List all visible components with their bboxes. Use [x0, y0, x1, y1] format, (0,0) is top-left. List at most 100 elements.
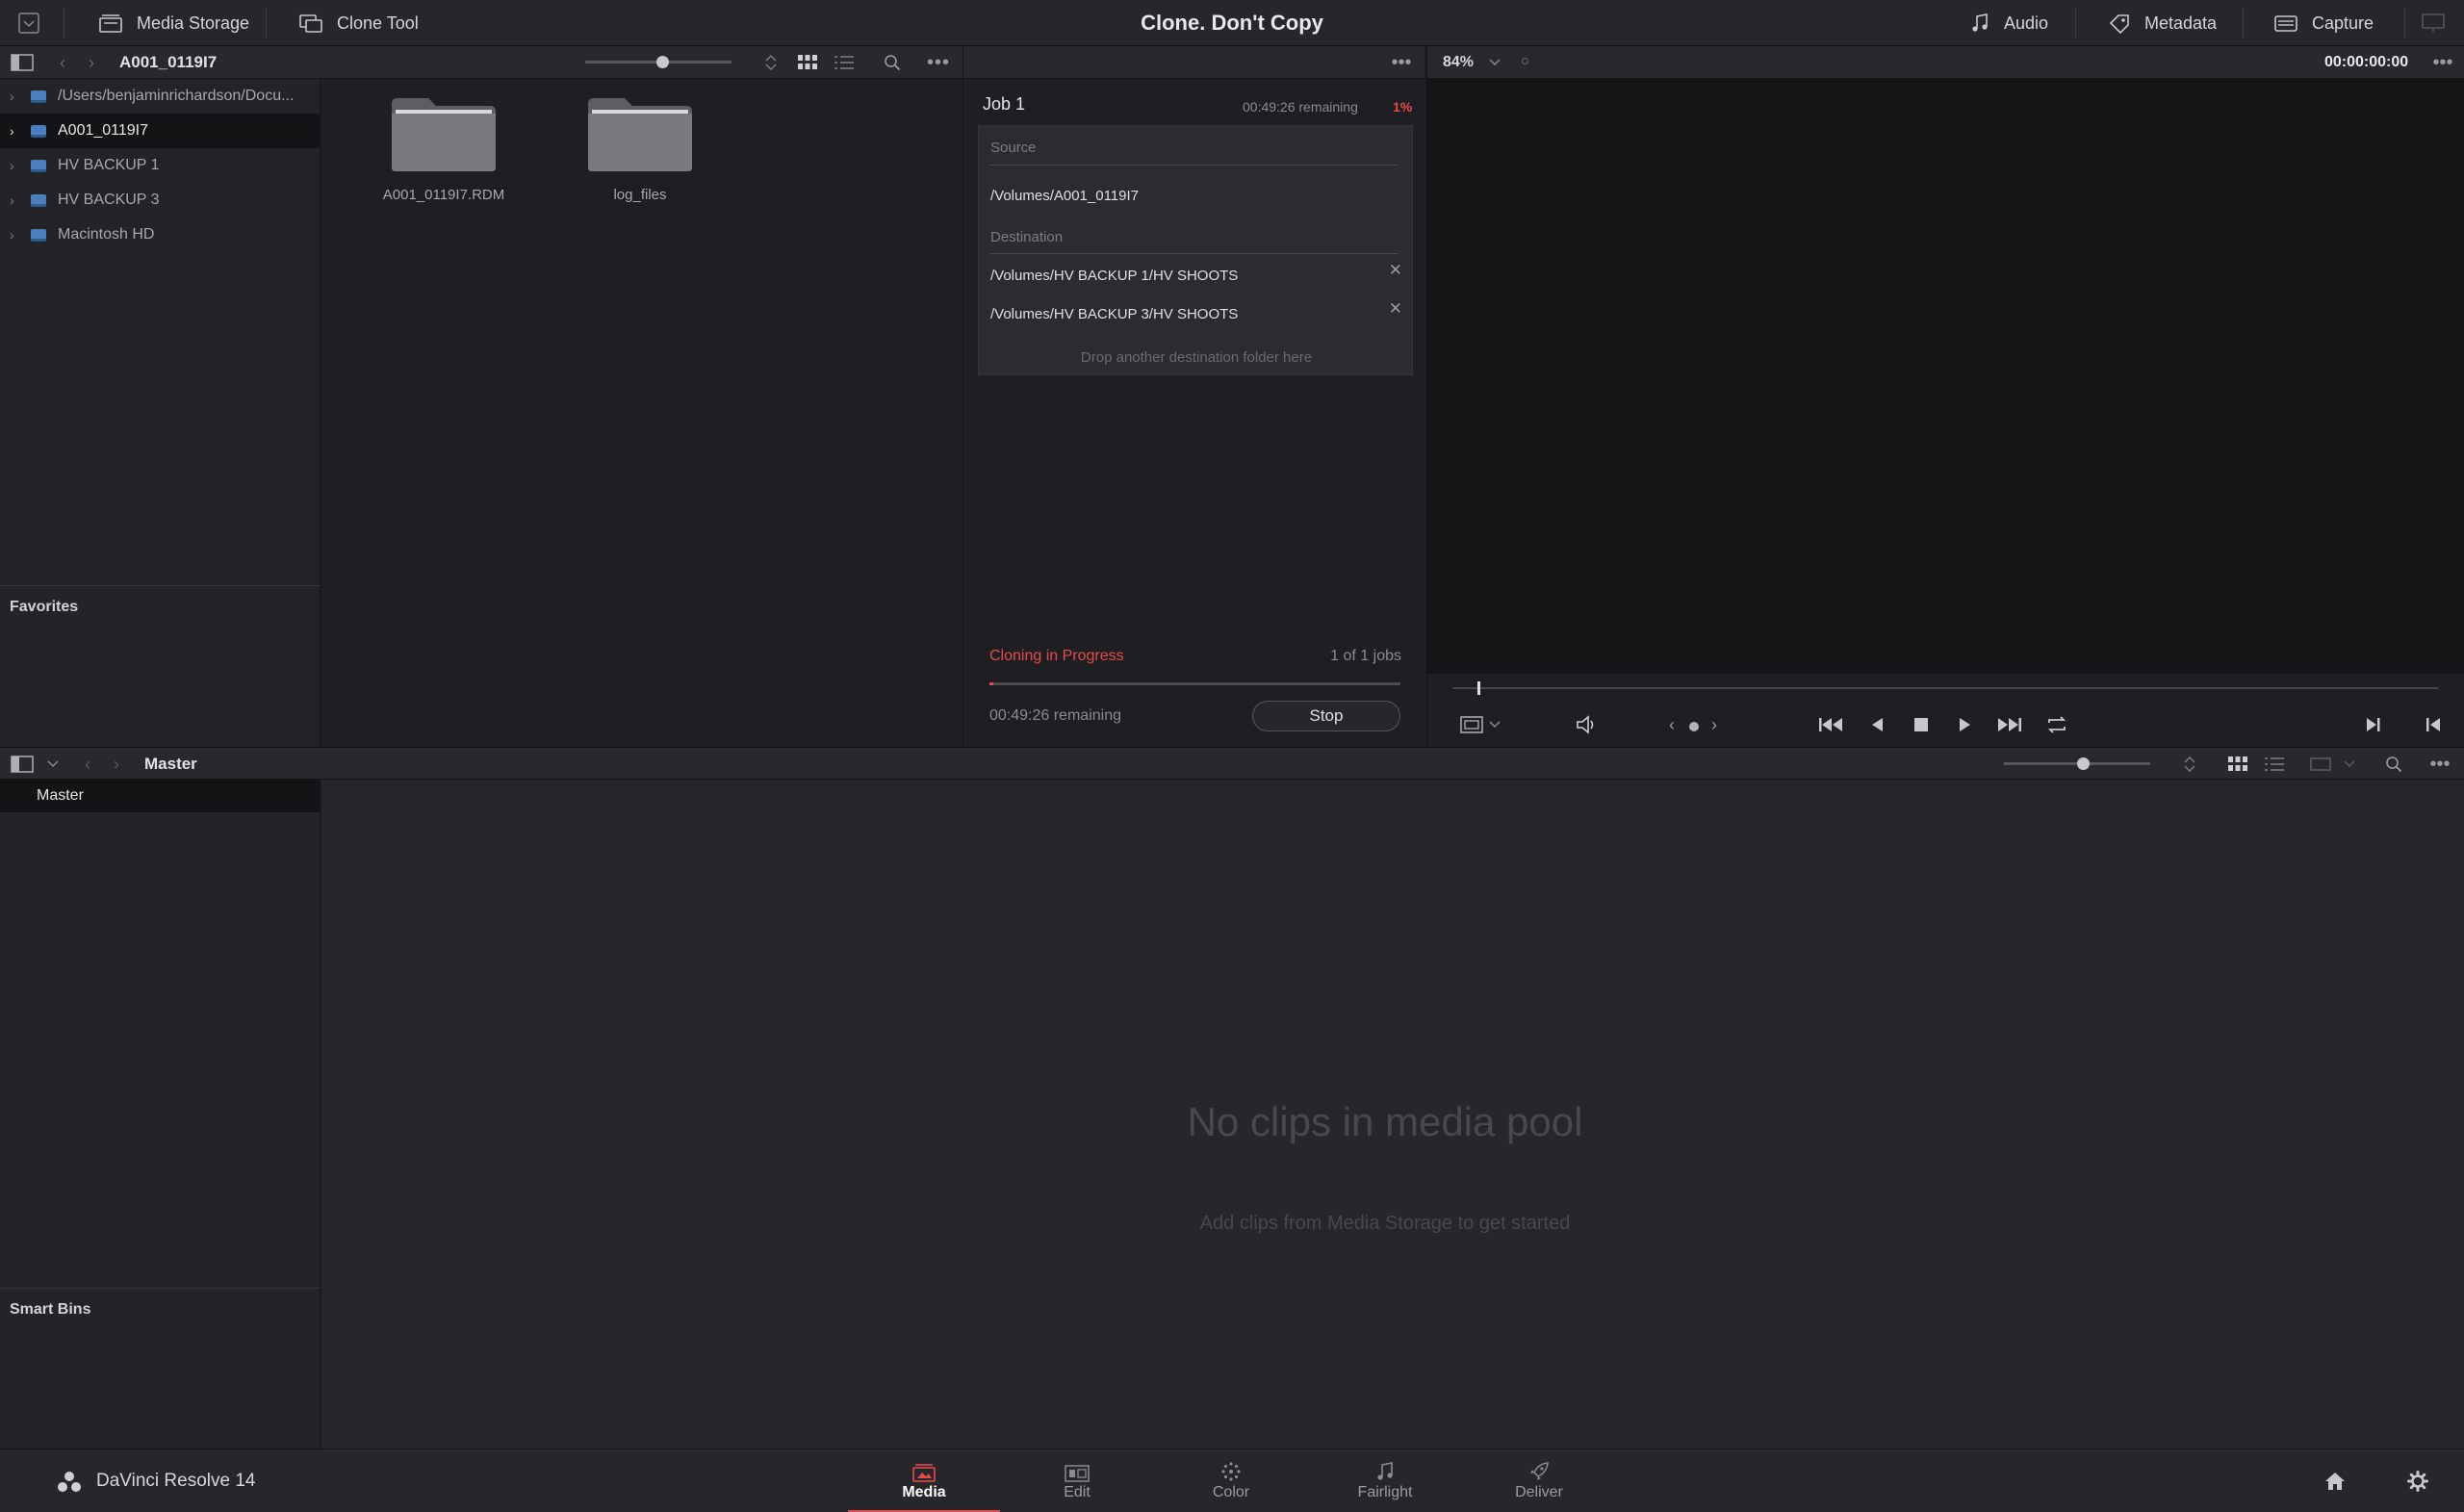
viewer-mode-icon[interactable] [1458, 714, 1485, 735]
media-storage-button[interactable]: Media Storage [98, 0, 249, 46]
back-arrow-icon[interactable]: ‹ [54, 52, 71, 73]
jog-wheel-icon[interactable] [1689, 722, 1699, 731]
drive-icon [31, 124, 46, 138]
go-to-start-icon[interactable] [1816, 714, 1845, 735]
slider-handle[interactable] [656, 56, 669, 68]
tab-label: Fairlight [1357, 1484, 1413, 1500]
capture-button[interactable]: Capture [2273, 0, 2374, 46]
destination-path[interactable]: /Volumes/HV BACKUP 3/HV SHOOTS [990, 306, 1238, 322]
tree-item-documents[interactable]: › /Users/benjaminrichardson/Docu... [0, 79, 321, 114]
tab-label: Deliver [1515, 1484, 1563, 1500]
search-icon[interactable] [880, 52, 905, 73]
bin-list-toggle-icon[interactable] [10, 754, 35, 775]
jog-left-icon[interactable]: ‹ [1664, 714, 1680, 735]
audio-button[interactable]: Audio [1969, 0, 2048, 46]
davinci-logo-icon [56, 1471, 83, 1494]
remove-destination-icon[interactable]: ✕ [1389, 299, 1402, 319]
zoom-dropdown-icon[interactable] [1485, 52, 1504, 73]
list-view-icon[interactable] [832, 52, 857, 73]
playhead[interactable] [1477, 681, 1480, 695]
tab-fairlight[interactable]: Fairlight [1309, 1449, 1461, 1512]
total-remaining: 00:49:26 remaining [989, 707, 1121, 724]
drop-destination-hint[interactable]: Drop another destination folder here [979, 349, 1414, 366]
stop-button[interactable]: Stop [1252, 701, 1400, 731]
tree-item-hv-backup-3[interactable]: › HV BACKUP 3 [0, 183, 321, 218]
media-pool[interactable]: No clips in media pool Add clips from Me… [321, 780, 2464, 1448]
chevron-down-icon[interactable] [44, 754, 62, 775]
sidebar-toggle-icon[interactable] [10, 52, 35, 73]
chevron-down-icon[interactable] [1487, 716, 1502, 733]
folder-thumb-rdm[interactable]: A001_0119I7.RDM [372, 96, 516, 203]
next-frame-icon[interactable] [2363, 714, 2384, 735]
more-options-icon[interactable]: ••• [926, 52, 951, 73]
monitor-icon[interactable] [2420, 12, 2447, 35]
remove-destination-icon[interactable]: ✕ [1389, 261, 1402, 280]
tree-item-label: Macintosh HD [58, 226, 155, 243]
destination-path[interactable]: /Volumes/HV BACKUP 1/HV SHOOTS [990, 268, 1238, 284]
tab-edit[interactable]: Edit [1001, 1449, 1153, 1512]
forward-arrow-icon[interactable]: › [83, 52, 100, 73]
sort-icon[interactable] [2179, 754, 2200, 775]
audio-label: Audio [2004, 13, 2049, 33]
go-to-end-icon[interactable] [1995, 714, 2024, 735]
chevron-right-icon[interactable]: › [10, 158, 27, 173]
bin-item-master[interactable]: Master [0, 780, 321, 812]
back-arrow-icon[interactable]: ‹ [79, 754, 96, 775]
destination-label: Destination [990, 229, 1064, 245]
volume-icon[interactable] [1574, 714, 1601, 735]
tab-media[interactable]: Media [848, 1449, 1000, 1512]
scrubber-track[interactable] [1452, 681, 2438, 695]
tree-item-hv-backup-1[interactable]: › HV BACKUP 1 [0, 148, 321, 183]
search-icon[interactable] [2381, 754, 2406, 775]
clone-tool-button[interactable]: Clone Tool [298, 0, 419, 46]
tab-deliver[interactable]: Deliver [1463, 1449, 1615, 1512]
media-page-icon [848, 1449, 1000, 1484]
list-view-icon[interactable] [2262, 754, 2287, 775]
viewer-status-dot [1522, 58, 1528, 64]
slider-handle[interactable] [2077, 757, 2090, 770]
stop-icon[interactable] [1911, 714, 1932, 735]
tab-color[interactable]: Color [1155, 1449, 1307, 1512]
clone-tool-label: Clone Tool [337, 13, 419, 33]
zoom-level[interactable]: 84% [1443, 54, 1474, 71]
grid-view-icon[interactable] [2225, 754, 2250, 775]
folder-label: A001_0119I7.RDM [382, 187, 505, 203]
loop-icon[interactable] [2043, 714, 2070, 735]
chevron-down-icon[interactable] [2341, 754, 2358, 775]
media-storage-icon [98, 13, 123, 34]
tree-item-macintosh-hd[interactable]: › Macintosh HD [0, 218, 321, 252]
chevron-right-icon[interactable]: › [10, 192, 27, 208]
home-icon[interactable] [2322, 1469, 2348, 1494]
tree-item-a001[interactable]: › A001_0119I7 [0, 114, 321, 148]
pool-thumbnail-slider[interactable] [2004, 757, 2150, 770]
more-options-icon[interactable]: ••• [2426, 754, 2454, 775]
play-reverse-icon[interactable] [1866, 714, 1887, 735]
tab-label: Color [1212, 1484, 1250, 1500]
clone-tool-icon [298, 13, 323, 34]
clone-options-icon[interactable]: ••• [1387, 52, 1416, 73]
jobs-count: 1 of 1 jobs [1330, 648, 1401, 664]
tab-label: Media [902, 1484, 946, 1500]
workspace-dropdown-icon[interactable] [17, 12, 40, 35]
chevron-right-icon[interactable]: › [10, 123, 27, 139]
thumbnail-size-slider[interactable] [585, 56, 732, 68]
folder-thumb-log-files[interactable]: log_files [568, 96, 712, 203]
play-icon[interactable] [1955, 714, 1976, 735]
chevron-right-icon[interactable]: › [10, 89, 27, 104]
deliver-page-icon [1463, 1449, 1615, 1484]
grid-view-icon[interactable] [795, 52, 820, 73]
transport-area: ‹ › [1426, 674, 2464, 747]
previous-frame-icon[interactable] [2423, 714, 2444, 735]
gear-icon[interactable] [2404, 1469, 2431, 1494]
jog-right-icon[interactable]: › [1707, 714, 1722, 735]
sort-icon[interactable] [760, 52, 782, 73]
clone-panel-bar: ••• [962, 46, 1424, 79]
current-folder-title: A001_0119I7 [119, 53, 218, 71]
metadata-button[interactable]: Metadata [2108, 0, 2217, 46]
chevron-right-icon[interactable]: › [10, 227, 27, 243]
forward-arrow-icon[interactable]: › [108, 754, 125, 775]
source-path[interactable]: /Volumes/A001_0119I7 [990, 188, 1139, 204]
filmstrip-view-icon[interactable] [2308, 754, 2333, 775]
top-toolbar: Media Storage Clone Tool Clone. Don't Co… [0, 0, 2464, 46]
viewer-options-icon[interactable]: ••• [2428, 52, 2457, 73]
